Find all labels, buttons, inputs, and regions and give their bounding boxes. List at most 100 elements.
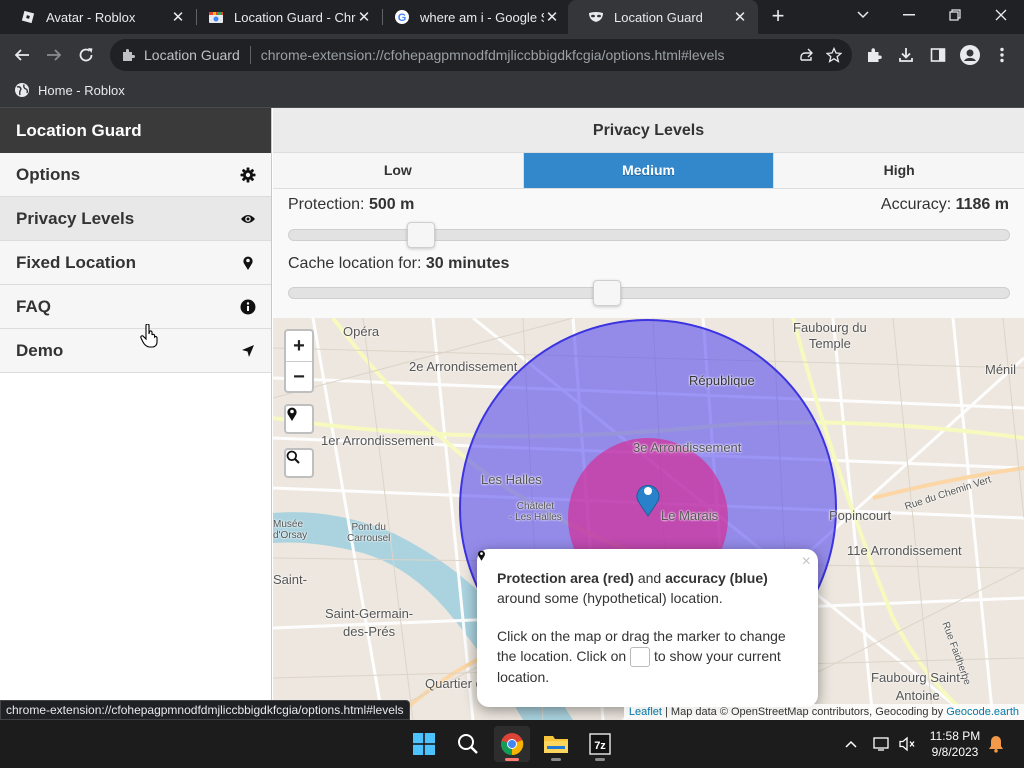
roblox-icon <box>20 9 36 25</box>
leaflet-link[interactable]: Leaflet <box>629 706 662 718</box>
close-window-button[interactable] <box>978 0 1024 30</box>
side-panel-icon[interactable] <box>925 42 951 68</box>
map-label: Faubourg Saint- Antoine <box>871 670 965 703</box>
demo-map[interactable]: Opéra 2e Arrondissement Faubourg du Temp… <box>273 318 1024 720</box>
popup-line1-text: around some (hypothetical) location. <box>497 590 723 606</box>
map-label: Les Halles <box>481 472 542 487</box>
map-label: 11e Arrondissement <box>847 543 962 558</box>
forward-button[interactable] <box>41 42 67 68</box>
tab-title: Location Guard - Chrom <box>234 9 356 25</box>
map-label: 3e Arrondissement <box>633 440 742 455</box>
bookmarks-bar: Home - Roblox <box>0 76 1024 108</box>
cache-slider-handle[interactable] <box>593 280 621 306</box>
tab-title: Avatar - Roblox <box>46 9 136 25</box>
search-button[interactable] <box>284 448 314 478</box>
accuracy-value: 1186 m <box>955 196 1009 213</box>
eye-icon <box>239 210 257 228</box>
tab-where-am-i-google[interactable]: G where am i - Google Se ✕ <box>374 0 570 34</box>
tab-location-guard-chrome[interactable]: Location Guard - Chrom ✕ <box>188 0 382 34</box>
sidebar-item-demo[interactable]: Demo <box>0 329 271 373</box>
map-label: 2e Arrondissement <box>409 359 518 374</box>
location-arrow-icon <box>239 342 257 360</box>
address-url: chrome-extension://cfohepagpmnodfdmjlicc… <box>260 47 725 63</box>
map-label: Opéra <box>343 324 380 339</box>
protection-slider[interactable] <box>288 222 1010 248</box>
bookmark-star-icon[interactable] <box>820 47 848 63</box>
minimize-button[interactable] <box>886 0 932 30</box>
file-explorer-icon[interactable] <box>538 726 574 762</box>
zoom-control: + − <box>284 329 314 393</box>
privacy-level-selector: Low Medium High <box>273 153 1024 189</box>
sidebar-item-faq[interactable]: FAQ <box>0 285 271 329</box>
tab-close-icon[interactable]: ✕ <box>356 8 372 26</box>
tab-search-chevron-icon[interactable] <box>840 0 886 30</box>
volume-muted-icon[interactable] <box>897 734 917 754</box>
tab-close-icon[interactable]: ✕ <box>544 8 560 26</box>
page-title: Privacy Levels <box>273 108 1024 153</box>
map-pin-icon <box>478 550 651 668</box>
tab-title: where am i - Google Se <box>420 9 544 25</box>
back-button[interactable] <box>9 42 35 68</box>
active-indicator <box>505 758 519 761</box>
cache-value: 30 minutes <box>425 255 510 272</box>
7zip-icon[interactable]: 7z <box>582 726 618 762</box>
popup-accuracy-text: accuracy (blue) <box>665 570 768 586</box>
extensions-puzzle-icon[interactable] <box>861 42 887 68</box>
running-indicator <box>595 758 605 761</box>
back-arrow-icon <box>14 49 29 61</box>
cache-slider[interactable] <box>288 280 1010 306</box>
windows-start-icon[interactable] <box>406 726 442 762</box>
tab-close-icon[interactable]: ✕ <box>170 8 186 26</box>
reload-button[interactable] <box>73 42 99 68</box>
reload-icon <box>79 48 93 62</box>
tab-location-guard-active[interactable]: Location Guard ✕ <box>568 0 758 34</box>
new-tab-button[interactable]: + <box>766 4 790 28</box>
protection-value: 500 m <box>368 196 415 213</box>
popup-close-button[interactable]: × <box>802 552 811 572</box>
share-icon[interactable] <box>792 47 820 63</box>
locate-me-button[interactable] <box>284 404 314 434</box>
chrome-menu-kebab-icon[interactable] <box>989 42 1015 68</box>
sidebar-item-label: Options <box>16 164 81 184</box>
level-option-low[interactable]: Low <box>273 153 524 188</box>
map-attribution: Leaflet | Map data © OpenStreetMap contr… <box>623 704 1024 720</box>
sidebar-item-options[interactable]: Options <box>0 153 271 197</box>
zoom-out-button[interactable]: − <box>286 361 312 391</box>
tab-close-icon[interactable]: ✕ <box>732 8 748 26</box>
notification-bell-icon[interactable] <box>986 734 1006 754</box>
sidebar-item-label: Fixed Location <box>16 252 136 272</box>
sidebar-item-privacy-levels[interactable]: Privacy Levels <box>0 197 271 241</box>
tab-avatar-roblox[interactable]: Avatar - Roblox ✕ <box>0 0 196 34</box>
zoom-in-button[interactable]: + <box>286 331 312 361</box>
search-icon[interactable] <box>450 726 486 762</box>
sidebar-item-fixed-location[interactable]: Fixed Location <box>0 241 271 285</box>
network-icon[interactable] <box>872 734 892 754</box>
map-pin-icon <box>287 407 297 421</box>
protection-label: Protection: <box>288 196 365 213</box>
geocode-earth-link[interactable]: Geocode.earth <box>946 706 1019 718</box>
level-option-high[interactable]: High <box>774 153 1024 188</box>
profile-avatar-icon[interactable] <box>957 42 983 68</box>
chrome-icon[interactable] <box>494 726 530 762</box>
popup-paragraph-1: Protection area (red) and accuracy (blue… <box>497 568 798 608</box>
puzzle-piece-icon <box>120 47 136 63</box>
address-site-name: Location Guard <box>144 47 240 63</box>
location-guard-mask-icon <box>588 9 604 25</box>
map-label: Saint-Germain- des-Prés <box>325 606 414 639</box>
protection-slider-handle[interactable] <box>407 222 435 248</box>
map-label: République <box>689 373 755 388</box>
map-popup: × Protection area (red) and accuracy (bl… <box>477 549 818 707</box>
bookmark-home-roblox[interactable]: Home - Roblox <box>14 82 125 98</box>
svg-text:G: G <box>398 12 407 24</box>
map-label: 1er Arrondissement <box>321 433 434 448</box>
restore-button[interactable] <box>932 0 978 30</box>
show-hidden-icons-chevron-icon[interactable] <box>841 734 861 754</box>
search-icon <box>286 450 300 464</box>
download-icon[interactable] <box>893 42 919 68</box>
tab-strip: Avatar - Roblox ✕ Location Guard - Chrom… <box>0 0 1024 34</box>
popup-protection-text: Protection area (red) <box>497 570 634 586</box>
system-clock[interactable]: 11:58 PM 9/8/2023 <box>920 728 990 760</box>
level-option-medium[interactable]: Medium <box>523 153 775 188</box>
protection-readout: Protection: 500 m <box>288 196 414 214</box>
address-bar[interactable]: Location Guard chrome-extension://cfohep… <box>110 39 852 71</box>
